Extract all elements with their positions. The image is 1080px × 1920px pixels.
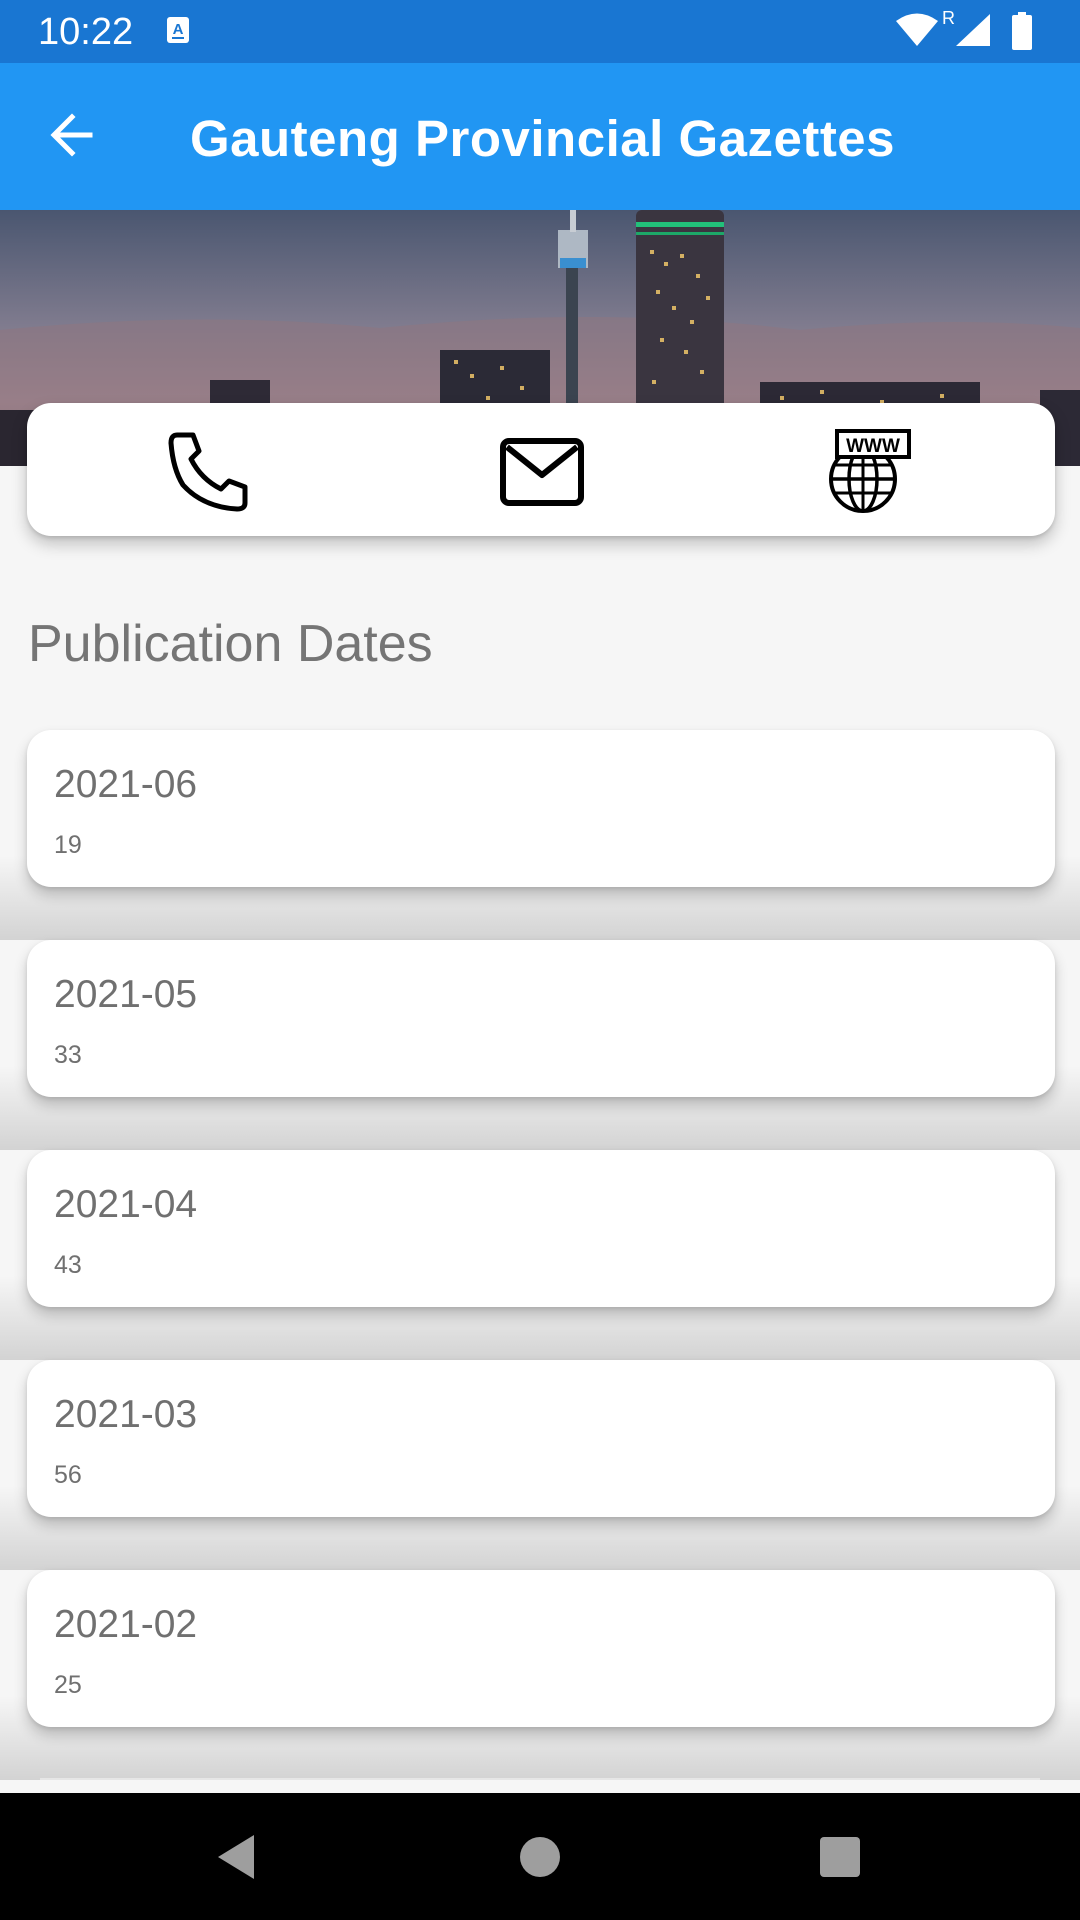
date-card-2021-05[interactable]: 2021-05 33 xyxy=(27,940,1055,1097)
date-count: 43 xyxy=(54,1251,82,1279)
nav-back-icon[interactable] xyxy=(212,1829,268,1885)
list-item: 2021-06 19 xyxy=(0,730,1080,940)
list-item: 2021-05 33 xyxy=(0,940,1080,1150)
date-label: 2021-04 xyxy=(54,1183,198,1226)
page-title: Gauteng Provincial Gazettes xyxy=(190,110,896,167)
list-item: 2021-03 56 xyxy=(0,1360,1080,1570)
date-count: 33 xyxy=(54,1041,82,1069)
back-arrow-icon[interactable] xyxy=(40,103,104,167)
status-icons: R xyxy=(894,8,1044,52)
status-bar: 10:22 A R xyxy=(0,0,1080,63)
date-card-2021-04[interactable]: 2021-04 43 xyxy=(27,1150,1055,1307)
keyboard-a-icon: A xyxy=(167,17,189,43)
globe-www-icon[interactable]: WWW xyxy=(827,429,913,515)
svg-text:A: A xyxy=(173,21,184,38)
date-label: 2021-05 xyxy=(54,973,198,1016)
list-item: 2021-04 43 xyxy=(0,1150,1080,1360)
status-time: 10:22 xyxy=(38,11,134,53)
date-label: 2021-06 xyxy=(54,763,198,806)
mail-icon[interactable] xyxy=(499,429,585,515)
date-count: 25 xyxy=(54,1671,82,1699)
app-bar: Gauteng Provincial Gazettes xyxy=(0,63,1080,210)
date-card-2021-03[interactable]: 2021-03 56 xyxy=(27,1360,1055,1517)
contact-card: WWW xyxy=(27,403,1055,536)
phone-icon[interactable] xyxy=(167,429,253,515)
date-count: 56 xyxy=(54,1461,82,1489)
date-label: 2021-03 xyxy=(54,1393,198,1436)
system-nav-bar xyxy=(0,1793,1080,1920)
nav-home-icon[interactable] xyxy=(512,1829,568,1885)
nav-recents-icon[interactable] xyxy=(812,1829,868,1885)
cell-signal-icon xyxy=(956,14,990,46)
date-count: 19 xyxy=(54,831,82,859)
date-label: 2021-02 xyxy=(54,1603,198,1646)
wifi-icon xyxy=(896,13,938,46)
date-card-2021-06[interactable]: 2021-06 19 xyxy=(27,730,1055,887)
www-label: WWW xyxy=(846,436,900,457)
battery-icon xyxy=(1012,12,1032,50)
list-item: 2021-02 25 xyxy=(0,1570,1080,1780)
list-divider xyxy=(40,1778,1040,1780)
date-card-2021-02[interactable]: 2021-02 25 xyxy=(27,1570,1055,1727)
section-title: Publication Dates xyxy=(28,615,433,673)
